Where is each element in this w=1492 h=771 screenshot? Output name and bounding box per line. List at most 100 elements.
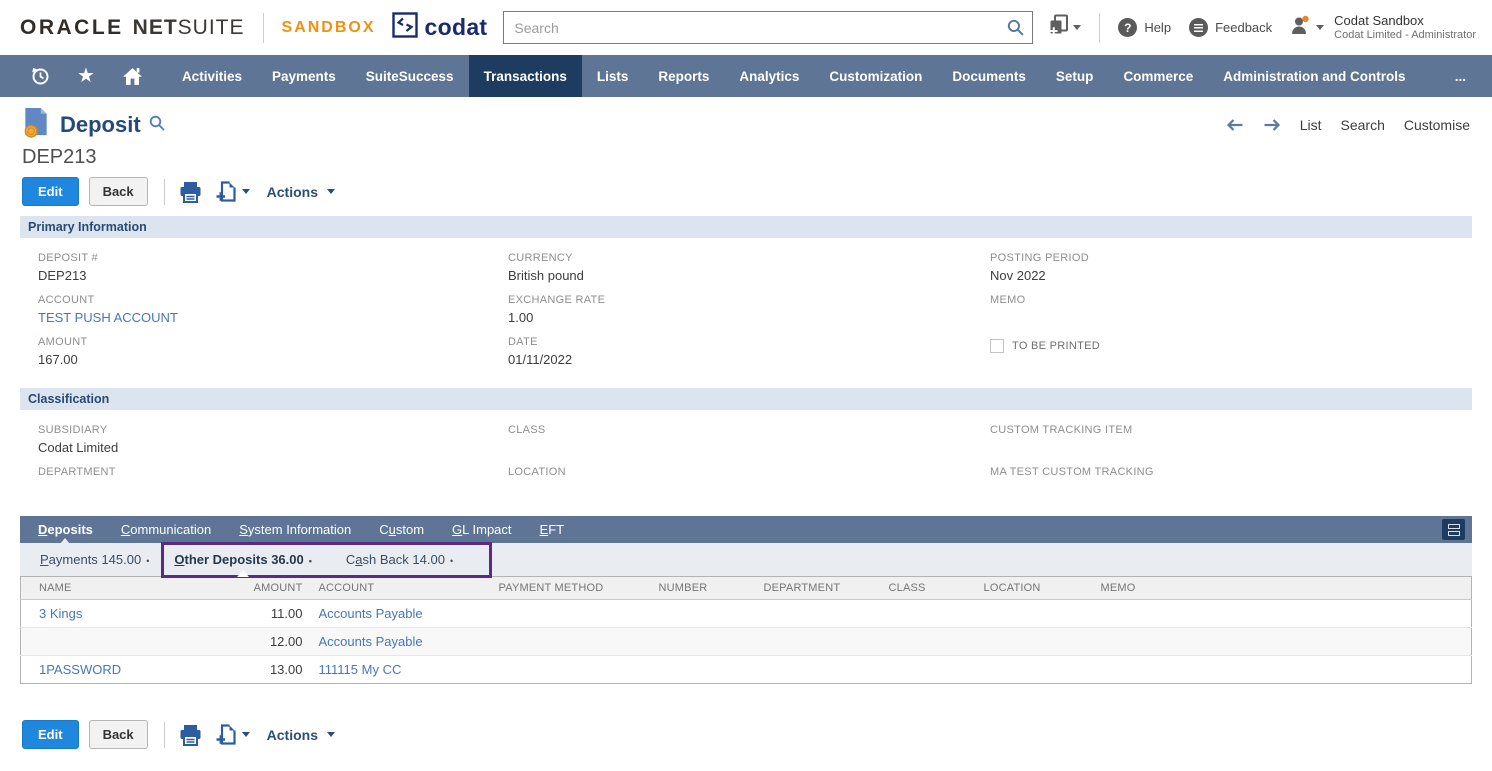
field-department: DEPARTMENT <box>38 466 508 498</box>
field-value: Nov 2022 <box>990 268 1472 284</box>
field-ma-test-custom-tracking: MA TEST CUSTOM TRACKING <box>990 466 1472 498</box>
print-button[interactable] <box>179 181 202 203</box>
field-label: POSTING PERIOD <box>990 252 1472 264</box>
record-search-icon[interactable] <box>149 115 165 136</box>
subtab-other-deposits[interactable]: Other Deposits 36.00• <box>174 552 312 567</box>
col-header-memo: MEMO <box>1093 577 1472 600</box>
previous-record-arrow[interactable] <box>1226 119 1244 131</box>
customise-link[interactable]: Customise <box>1404 117 1470 133</box>
print-button[interactable] <box>179 724 202 746</box>
record-tab-bar: Deposits Communication System Informatio… <box>20 516 1472 543</box>
chevron-down-icon <box>242 189 250 194</box>
name-link[interactable]: 1PASSWORD <box>21 656 226 684</box>
add-record-menu[interactable] <box>215 723 250 746</box>
codat-logo[interactable]: codat <box>392 12 488 43</box>
field-value: 1.00 <box>508 310 990 326</box>
field-account: ACCOUNT TEST PUSH ACCOUNT <box>38 294 508 326</box>
amount-cell: 12.00 <box>226 628 311 656</box>
page-title: Deposit <box>60 112 141 138</box>
nav-item-commerce[interactable]: Commerce <box>1108 55 1208 97</box>
netsuite-logo-text-light: SUITE <box>178 16 245 39</box>
amount-cell: 13.00 <box>226 656 311 684</box>
field-deposit-number: DEPOSIT # DEP213 <box>38 252 508 284</box>
record-page: Deposit List Search Customise DEP213 Edi… <box>0 109 1492 749</box>
subtab-cash-back[interactable]: Cash Back 14.00• <box>346 552 453 567</box>
name-cell <box>21 628 226 656</box>
field-value: 167.00 <box>38 352 508 368</box>
table-row: 3 Kings 11.00 Accounts Payable <box>21 600 1472 628</box>
nav-overflow-menu[interactable]: ... <box>1429 55 1492 97</box>
nav-item-activities[interactable]: Activities <box>167 55 257 97</box>
netsuite-app: ORACLE NETSUITE SANDBOX codat <box>0 0 1492 771</box>
subtab-amount: 36.00 <box>271 552 304 567</box>
toggle-view-icon[interactable] <box>1442 519 1465 540</box>
actions-menu[interactable]: Actions <box>267 727 335 743</box>
create-new-menu[interactable] <box>1047 14 1081 41</box>
nav-item-reports[interactable]: Reports <box>643 55 724 97</box>
nav-item-customization[interactable]: Customization <box>814 55 937 97</box>
create-new-icon <box>1047 14 1069 41</box>
tab-deposits[interactable]: Deposits <box>38 522 93 537</box>
nav-item-lists[interactable]: Lists <box>582 55 644 97</box>
primary-information-fields: DEPOSIT # DEP213 ACCOUNT TEST PUSH ACCOU… <box>38 252 1472 378</box>
account-link[interactable]: Accounts Payable <box>311 600 491 628</box>
home-icon[interactable] <box>122 67 143 86</box>
number-cell <box>651 600 756 628</box>
name-link[interactable]: 3 Kings <box>21 600 226 628</box>
bullet-icon: • <box>450 556 453 566</box>
nav-icon-group: ★ <box>0 55 167 97</box>
table-row: 12.00 Accounts Payable <box>21 628 1472 656</box>
actions-menu[interactable]: Actions <box>267 184 335 200</box>
nav-item-payments[interactable]: Payments <box>257 55 351 97</box>
field-value <box>990 440 1472 456</box>
edit-button[interactable]: Edit <box>22 177 79 206</box>
annotation-highlight-box: Other Deposits 36.00• Cash Back 14.00• <box>161 542 492 578</box>
location-cell <box>976 628 1093 656</box>
feedback-button[interactable]: Feedback <box>1189 18 1290 37</box>
global-search-input[interactable] <box>503 11 1033 44</box>
actions-label: Actions <box>267 184 318 200</box>
top-header: ORACLE NETSUITE SANDBOX codat <box>0 0 1492 55</box>
tab-custom[interactable]: Custom <box>379 522 424 537</box>
section-classification[interactable]: Classification <box>20 388 1472 410</box>
location-cell <box>976 600 1093 628</box>
nav-item-administration-and-controls[interactable]: Administration and Controls <box>1208 55 1420 97</box>
to-be-printed-checkbox[interactable] <box>990 339 1004 353</box>
nav-item-setup[interactable]: Setup <box>1041 55 1109 97</box>
field-location: LOCATION <box>508 466 990 498</box>
nav-item-analytics[interactable]: Analytics <box>724 55 814 97</box>
shortcuts-star-icon[interactable]: ★ <box>77 66 95 86</box>
roles-menu[interactable] <box>1290 15 1324 40</box>
account-link[interactable]: Accounts Payable <box>311 628 491 656</box>
tab-eft[interactable]: EFT <box>540 522 565 537</box>
edit-button[interactable]: Edit <box>22 720 79 749</box>
recent-records-icon[interactable] <box>30 66 50 86</box>
section-primary-information[interactable]: Primary Information <box>20 216 1472 238</box>
field-label: MEMO <box>990 294 1472 306</box>
nav-item-suitesuccess[interactable]: SuiteSuccess <box>351 55 469 97</box>
tab-system-information[interactable]: System Information <box>239 522 351 537</box>
help-button[interactable]: ? Help <box>1118 18 1189 37</box>
field-label: DEPARTMENT <box>38 466 508 478</box>
back-button[interactable]: Back <box>89 720 148 749</box>
user-account-name: Codat Sandbox <box>1334 13 1476 29</box>
oracle-netsuite-logo[interactable]: ORACLE NETSUITE <box>20 16 245 40</box>
subtab-payments[interactable]: Payments 145.00• <box>40 552 149 567</box>
chevron-down-icon <box>242 732 250 737</box>
nav-item-documents[interactable]: Documents <box>937 55 1041 97</box>
user-info[interactable]: Codat Sandbox Codat Limited - Administra… <box>1334 13 1476 43</box>
add-record-menu[interactable] <box>215 180 250 203</box>
subtab-amount: 145.00 <box>101 552 141 567</box>
back-button[interactable]: Back <box>89 177 148 206</box>
department-cell <box>756 600 881 628</box>
search-link[interactable]: Search <box>1341 117 1385 133</box>
next-record-arrow[interactable] <box>1263 119 1281 131</box>
netsuite-logo-text-bold: NET <box>133 16 178 39</box>
tab-gl-impact[interactable]: GL Impact <box>452 522 512 537</box>
list-link[interactable]: List <box>1300 117 1322 133</box>
tab-communication[interactable]: Communication <box>121 522 211 537</box>
account-link[interactable]: 111115 My CC <box>311 656 491 684</box>
nav-item-transactions[interactable]: Transactions <box>469 55 582 97</box>
search-icon[interactable] <box>1007 19 1024 41</box>
account-link[interactable]: TEST PUSH ACCOUNT <box>38 310 508 326</box>
